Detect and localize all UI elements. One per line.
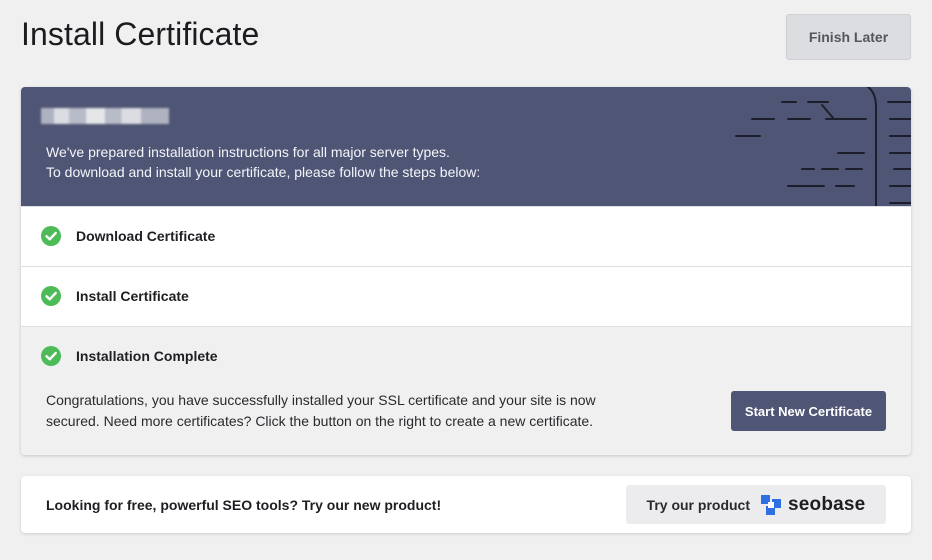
installation-card: We've prepared installation instructions…	[21, 87, 911, 455]
step-install-certificate[interactable]: Install Certificate	[21, 266, 911, 326]
step-label: Install Certificate	[76, 288, 189, 304]
seobase-logo-icon	[761, 494, 781, 515]
try-product-label: Try our product	[646, 496, 750, 513]
seobase-wordmark: seobase	[788, 493, 866, 515]
start-new-certificate-button[interactable]: Start New Certificate	[731, 391, 886, 431]
banner-text-line-2: To download and install your certificate…	[46, 164, 481, 180]
check-circle-icon	[41, 226, 61, 246]
banner-text-line-1: We've prepared installation instructions…	[46, 144, 450, 160]
step-download-certificate[interactable]: Download Certificate	[21, 206, 911, 266]
page-title: Install Certificate	[21, 16, 260, 52]
decorative-lines-graphic	[735, 87, 911, 206]
try-product-button[interactable]: Try our product seobase	[626, 485, 886, 524]
step-label: Download Certificate	[76, 228, 216, 244]
check-circle-icon	[41, 346, 61, 366]
step-installation-complete: Installation Complete Congratulations, y…	[21, 326, 911, 455]
completion-message: Congratulations, you have successfully i…	[46, 392, 596, 429]
promo-text: Looking for free, powerful SEO tools? Tr…	[46, 497, 442, 513]
seo-promo-banner: Looking for free, powerful SEO tools? Tr…	[21, 476, 911, 533]
domain-name-redacted	[41, 108, 169, 124]
check-circle-icon	[41, 286, 61, 306]
step-label: Installation Complete	[76, 348, 218, 364]
instructions-banner: We've prepared installation instructions…	[21, 87, 911, 206]
finish-later-button[interactable]: Finish Later	[786, 14, 911, 60]
seobase-logo: seobase	[760, 494, 865, 516]
